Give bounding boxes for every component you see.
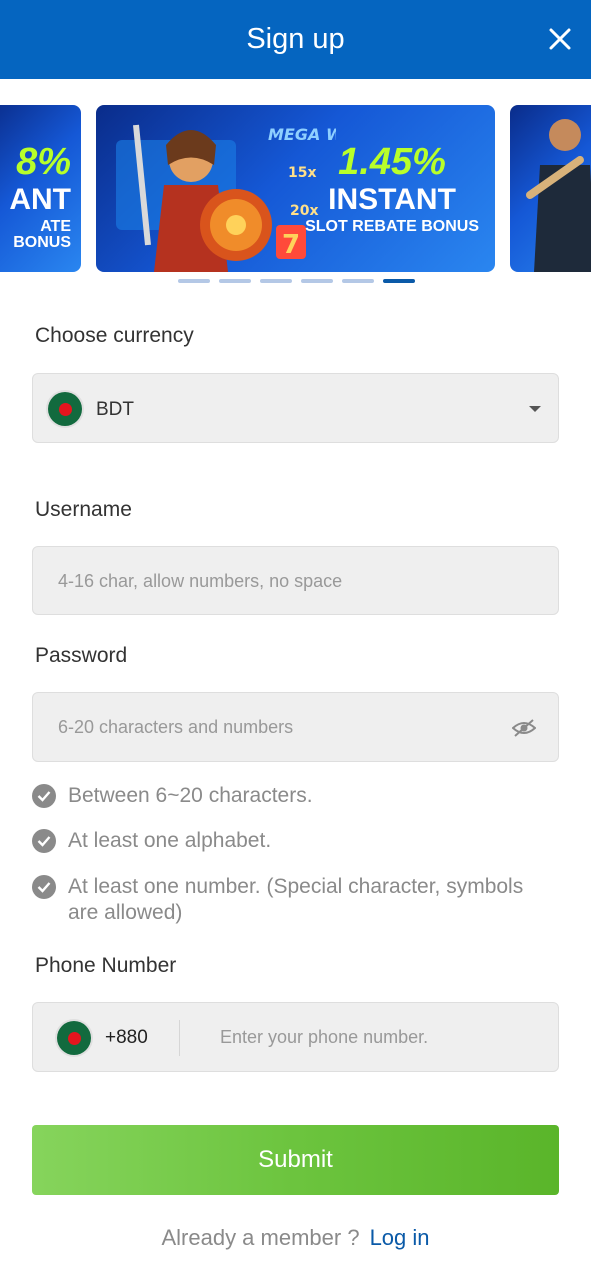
- password-rule-length: Between 6~20 characters.: [32, 783, 558, 809]
- password-field[interactable]: 6-20 characters and numbers: [32, 692, 559, 762]
- header-bar: Sign up: [0, 0, 591, 79]
- password-rule-text: At least one alphabet.: [68, 829, 272, 852]
- carousel-dot[interactable]: [301, 279, 333, 283]
- slide-percent: 8%: [16, 141, 71, 183]
- slide-subtitle: SLOT REBATE BONUS: [305, 218, 479, 235]
- cricket-player-icon: [526, 119, 591, 272]
- carousel-indicator: [178, 279, 415, 283]
- password-label: Password: [35, 644, 128, 667]
- check-circle-icon: [32, 829, 56, 853]
- country-code-selector[interactable]: +880: [105, 1027, 148, 1049]
- currency-select[interactable]: BDT: [32, 373, 559, 443]
- currency-value: BDT: [96, 399, 134, 420]
- username-placeholder: 4-16 char, allow numbers, no space: [58, 571, 343, 591]
- phone-field[interactable]: +880 Enter your phone number.: [32, 1002, 559, 1072]
- slide-headline: ANT: [9, 183, 71, 216]
- divider: [179, 1020, 180, 1056]
- promo-slide-previous[interactable]: 8% ANT ATE BONUS: [0, 105, 81, 272]
- eye-slash-icon[interactable]: [512, 718, 536, 738]
- currency-label: Choose currency: [35, 324, 194, 347]
- svg-text:7: 7: [282, 230, 300, 260]
- password-rule-text: Between 6~20 characters.: [68, 784, 313, 807]
- carousel-dot[interactable]: [342, 279, 374, 283]
- carousel-dot[interactable]: [219, 279, 251, 283]
- slide-percent: 1.45%: [338, 141, 446, 183]
- password-placeholder: 6-20 characters and numbers: [58, 717, 294, 737]
- login-prompt: Already a member ? Log in: [0, 1225, 591, 1251]
- warrior-artwork-icon: 7 MEGA WIN 15x 20x: [116, 124, 336, 272]
- promo-slide-current[interactable]: 7 MEGA WIN 15x 20x 1.45% INSTANT SLOT RE…: [96, 105, 495, 272]
- bangladesh-flag-icon: [57, 1021, 91, 1055]
- username-field[interactable]: 4-16 char, allow numbers, no space: [32, 546, 559, 615]
- slide-headline: INSTANT: [328, 183, 456, 216]
- phone-label: Phone Number: [35, 954, 177, 977]
- username-label: Username: [35, 498, 132, 521]
- login-link[interactable]: Log in: [370, 1225, 430, 1250]
- close-icon: [549, 28, 571, 50]
- close-button[interactable]: [545, 24, 575, 54]
- page-title: Sign up: [246, 23, 345, 55]
- slide-badge: MEGA WIN: [268, 125, 336, 144]
- promo-carousel[interactable]: 8% ANT ATE BONUS 7 MEGA WIN 15x 20x 1.45…: [0, 105, 591, 273]
- carousel-dot-active[interactable]: [383, 279, 415, 283]
- password-rule-number: At least one number. (Special character,…: [32, 874, 558, 926]
- slide-subtitle: ATE BONUS: [13, 218, 71, 251]
- carousel-dot[interactable]: [260, 279, 292, 283]
- check-circle-icon: [32, 875, 56, 899]
- password-rule-text: At least one number. (Special character,…: [68, 875, 524, 924]
- bangladesh-flag-icon: [48, 392, 82, 426]
- chevron-down-icon: [529, 406, 541, 412]
- carousel-dot[interactable]: [178, 279, 210, 283]
- submit-button[interactable]: Submit: [32, 1125, 559, 1195]
- check-circle-icon: [32, 784, 56, 808]
- footer-text: Already a member ?: [161, 1225, 360, 1250]
- promo-slide-next[interactable]: [510, 105, 591, 272]
- password-rule-alphabet: At least one alphabet.: [32, 828, 558, 854]
- phone-placeholder: Enter your phone number.: [220, 1027, 429, 1047]
